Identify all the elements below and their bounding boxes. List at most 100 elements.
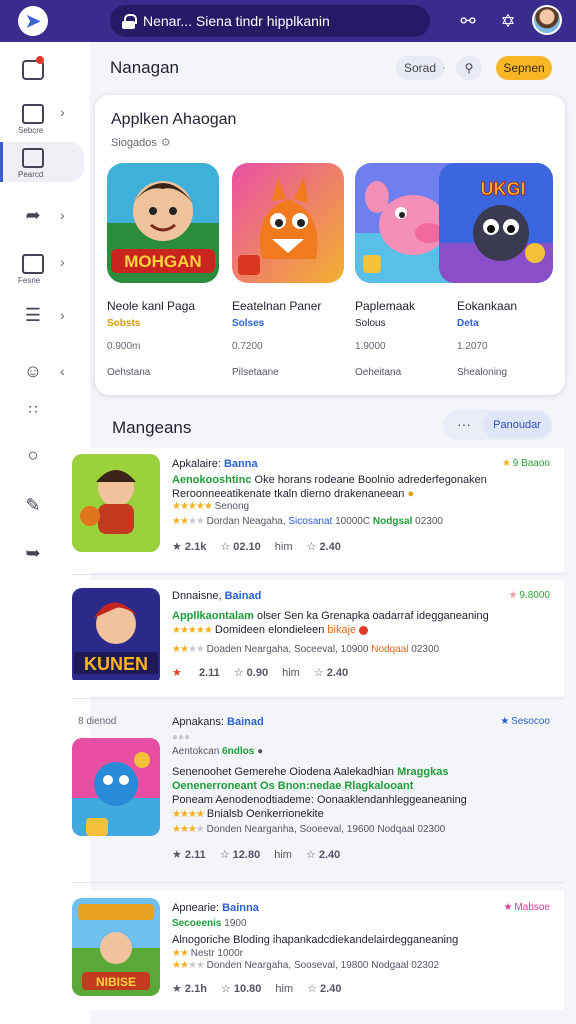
filter-popular-button[interactable]: Panoudar bbox=[483, 412, 551, 438]
stars: ★★★★★ bbox=[172, 625, 213, 636]
more-options-icon[interactable]: ··· bbox=[457, 416, 471, 432]
sidebar-item-label: Sebcre bbox=[18, 126, 44, 135]
app-icon[interactable] bbox=[72, 454, 160, 552]
stat-value: 2.40 bbox=[320, 983, 342, 995]
meta-accent: Sicosanat bbox=[288, 516, 333, 527]
sidebar-item-store[interactable] bbox=[0, 54, 90, 94]
stars: ★★ bbox=[172, 948, 189, 959]
stat-value: 2.11 bbox=[184, 849, 206, 861]
description-text: Reroonneeatikenate tkaln dierno drakenan… bbox=[172, 488, 405, 500]
top-bar: ➤ Nenar... Siena tindr hipplkanin ⚯ ✡ bbox=[0, 0, 576, 42]
address-search-bar[interactable]: Nenar... Siena tindr hipplkanin bbox=[110, 5, 430, 37]
stars: ★★★★ bbox=[172, 516, 205, 527]
app-developer: Oehstana bbox=[107, 367, 151, 378]
chevron-right-icon: › bbox=[60, 104, 65, 120]
stat-value: 2.40 bbox=[319, 541, 341, 553]
featured-title: Applken Ahaogan bbox=[111, 111, 237, 128]
chat-bubble-icon[interactable]: ⚯ bbox=[456, 9, 480, 33]
stat-value: him bbox=[275, 983, 294, 995]
list-item[interactable]: Apnakans: Bainad ★ Sesocoo ●●● Aentokcan… bbox=[72, 706, 564, 878]
meta-text: Nodqaal bbox=[377, 824, 415, 835]
featured-app[interactable]: MOHGAN Neole kanl Paga Sobsts 0.900m Oeh… bbox=[107, 163, 219, 383]
page-title: Nanagan bbox=[110, 58, 180, 77]
star-icon: ★ bbox=[501, 458, 511, 469]
meta-text: Donden Neargaha, bbox=[206, 960, 292, 971]
app-title: Dnnaisne, Bainad bbox=[172, 590, 261, 602]
app-icon[interactable] bbox=[72, 738, 160, 836]
featured-app[interactable]: UKGI Eokankaan Deta 1.2070 Shealoning bbox=[439, 163, 553, 383]
app-icon[interactable]: KUNEN bbox=[72, 588, 160, 686]
rating-line: ★★★★★ Senong bbox=[172, 501, 249, 512]
meta-text: Sooseval, bbox=[293, 960, 338, 971]
grid-icon[interactable]: ∷ bbox=[22, 398, 44, 420]
star-outline-icon: ☆ 12.80 bbox=[219, 849, 261, 861]
edit-icon[interactable]: ✎ bbox=[22, 494, 44, 516]
app-stats: ★ 2.1k ☆ 02.10 him ☆ 2.40 bbox=[172, 540, 355, 553]
puzzle-icon[interactable]: ✡ bbox=[496, 9, 520, 33]
chevron-left-icon: ‹ bbox=[60, 363, 65, 379]
rating-badge: ★ 9 Baaoo bbox=[502, 458, 550, 469]
meta-accent: Nodqaal bbox=[371, 644, 409, 655]
app-tag: Sobsts bbox=[107, 318, 141, 329]
stars: ★★★★ bbox=[172, 644, 205, 655]
description-line: Poneam Aenodenodtiademe: Oonaaklendanhle… bbox=[172, 794, 467, 806]
star-icon: ★ 2.11 bbox=[172, 667, 220, 679]
meta-text: 10000C bbox=[332, 516, 371, 527]
description-highlight: Secoeenis bbox=[172, 918, 222, 929]
description-line: ★★★★★ Domideen elondieleen bikaje bbox=[172, 624, 369, 636]
divider bbox=[72, 574, 564, 575]
list-icon[interactable]: ☰ › bbox=[22, 304, 65, 326]
app-icon[interactable]: MOHGAN bbox=[107, 163, 219, 283]
sidebar-item-label: Fesne bbox=[18, 276, 41, 285]
sidebar-item-label: Pearcd bbox=[18, 170, 44, 179]
sidebar-item-library[interactable]: Sebcre › bbox=[0, 98, 90, 138]
meta-text: Soceeval, bbox=[293, 644, 338, 655]
rating-label: Senong bbox=[214, 501, 250, 512]
description-text: Domideen elondieleen bbox=[214, 624, 325, 636]
app-title: Apnakans: Bainad bbox=[172, 716, 264, 728]
stat-value: 2.40 bbox=[318, 849, 341, 861]
stars: ★★★★ bbox=[172, 809, 205, 820]
description-text: Oke horans rodeane Boolnio adrederfegona… bbox=[251, 474, 487, 486]
meta-text: Dordan Neagaha, bbox=[206, 516, 286, 527]
gear-icon[interactable]: ⚙ bbox=[161, 137, 171, 149]
circle-icon[interactable]: ○ bbox=[22, 444, 44, 466]
sidebar-item-games[interactable]: Pearcd bbox=[0, 142, 84, 182]
app-tag: Deta bbox=[457, 318, 479, 329]
app-stats: ★ 2.1h ☆ 10.80 him ☆ 2.40 bbox=[172, 982, 355, 995]
star-outline-icon: ☆ 10.80 bbox=[220, 983, 262, 995]
chat-button[interactable]: ⚲ bbox=[456, 56, 482, 80]
share-icon[interactable]: ➦ › bbox=[22, 204, 64, 226]
sidebar-item-images[interactable]: Fesne › bbox=[0, 248, 90, 288]
sort-button[interactable]: Sorad bbox=[396, 56, 444, 80]
featured-app[interactable]: Eeatelnan Paner Solses 0.7200 Pilsetaane bbox=[232, 163, 344, 383]
avatar[interactable] bbox=[532, 5, 562, 35]
app-art-text: NIBISE bbox=[96, 975, 136, 989]
feedback-icon[interactable]: ➥ bbox=[22, 542, 44, 564]
rating-badge-text: Sesocoo bbox=[511, 716, 550, 727]
description-line: Secoeenis 1900 bbox=[172, 918, 247, 929]
description-accent: bikaje bbox=[327, 624, 357, 636]
app-name: Eokankaan bbox=[457, 299, 518, 313]
games-icon bbox=[22, 148, 44, 168]
app-title-text: Apnakans: bbox=[172, 716, 224, 728]
list-item[interactable]: KUNEN Dnnaisne, Bainad ★ 9.8000 Appllkao… bbox=[66, 580, 564, 696]
app-icon[interactable]: UKGI bbox=[439, 163, 553, 283]
emoji-icon bbox=[359, 625, 369, 635]
list-item[interactable]: NIBISE Apnearie: Bainna ★ Mabsoe Secoeen… bbox=[66, 890, 564, 1010]
app-icon[interactable] bbox=[232, 163, 344, 283]
featured-card: Applken Ahaogan Siogados ⚙ MOHGAN Neole k… bbox=[95, 95, 565, 395]
star-icon: ★ bbox=[503, 902, 513, 913]
back-arrow-icon[interactable]: ➤ bbox=[18, 6, 48, 36]
cta-button[interactable]: Sepnen bbox=[496, 56, 552, 80]
meta-text: Donden Nearganha, bbox=[206, 824, 297, 835]
app-icon[interactable]: NIBISE bbox=[72, 898, 160, 996]
chevron-right-icon: › bbox=[60, 207, 65, 223]
app-tag: Solses bbox=[232, 318, 265, 329]
description-line: Alnogoriche Bloding ihapankadcdiekandela… bbox=[172, 934, 459, 946]
emoji-icon: ● bbox=[407, 488, 415, 500]
smile-icon[interactable]: ☺ ‹ bbox=[22, 360, 65, 382]
list-item[interactable]: Apkalaire: Banna ★ 9 Baaoo Aenokooshtinc… bbox=[66, 448, 564, 572]
app-title: Apkalaire: Banna bbox=[172, 458, 258, 470]
description-highlight: Mraggkas bbox=[397, 766, 449, 778]
